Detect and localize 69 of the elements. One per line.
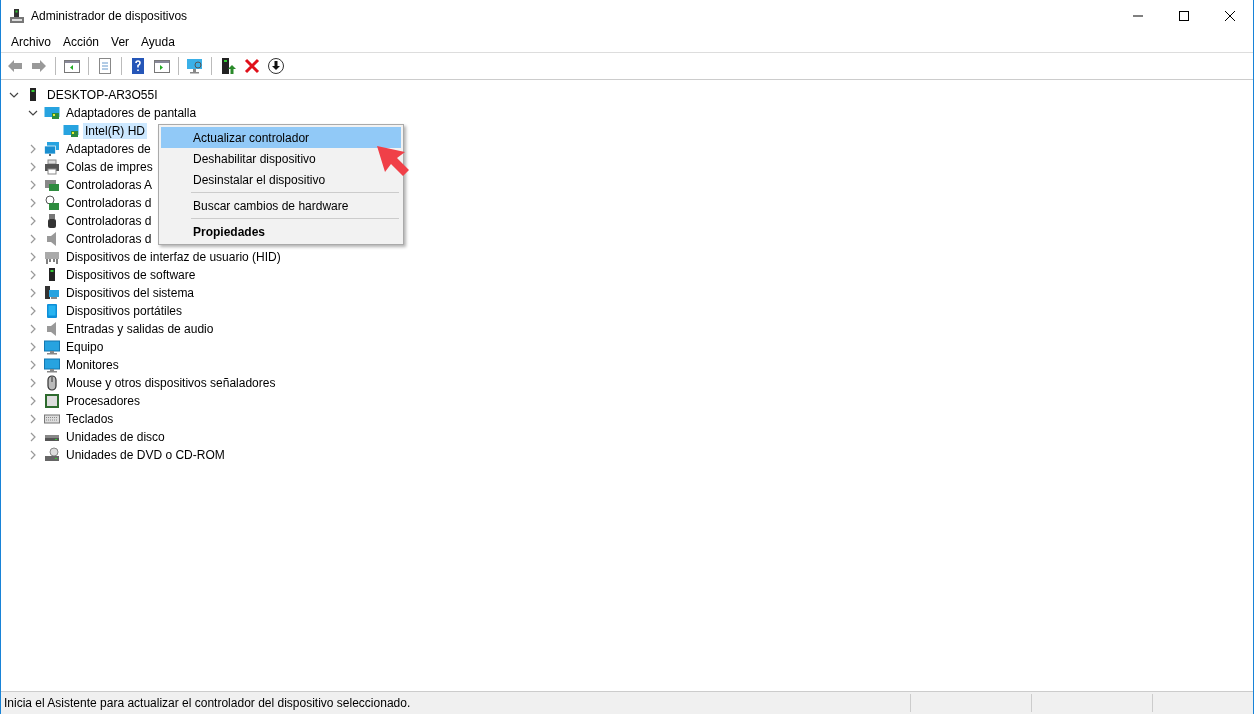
context-menu-item[interactable]: Propiedades: [161, 221, 266, 242]
chip-icon: [44, 393, 60, 409]
app-icon: [9, 8, 25, 24]
display-adapter-icon: [44, 105, 60, 121]
expand-chevron-icon[interactable]: [28, 324, 38, 334]
expand-chevron-icon[interactable]: [28, 396, 38, 406]
tree-item[interactable]: Dispositivos del sistema: [64, 285, 197, 301]
tree-item[interactable]: Monitores: [64, 357, 121, 373]
close-icon: [1225, 11, 1235, 21]
tree-item[interactable]: Adaptadores de: [64, 141, 153, 157]
expand-chevron-icon[interactable]: [28, 234, 38, 244]
card-icon: [44, 195, 60, 211]
tree-item[interactable]: Controladoras A: [64, 177, 155, 193]
menu-item[interactable]: Ver: [105, 35, 136, 49]
status-text: Inicia el Asistente para actualizar el controlador del dispositivo seleccionado.: [3, 696, 412, 710]
window-title: Administrador de dispositivos: [31, 9, 189, 23]
expand-chevron-icon[interactable]: [28, 162, 38, 172]
expand-chevron-icon[interactable]: [28, 180, 38, 190]
expand-chevron-icon[interactable]: [28, 198, 38, 208]
maximize-icon: [1179, 11, 1189, 21]
tree-item[interactable]: Teclados: [64, 411, 116, 427]
expand-chevron-icon[interactable]: [28, 270, 38, 280]
collapse-chevron-icon[interactable]: [9, 90, 19, 100]
expand-chevron-icon[interactable]: [28, 306, 38, 316]
context-menu-item[interactable]: Deshabilitar dispositivo: [161, 148, 316, 169]
expand-chevron-icon[interactable]: [28, 342, 38, 352]
tree-item[interactable]: Intel(R) HD: [83, 123, 147, 139]
tree-item[interactable]: Unidades de disco: [64, 429, 167, 445]
expand-chevron-icon[interactable]: [28, 378, 38, 388]
tree-item[interactable]: Unidades de DVD o CD-ROM: [64, 447, 227, 463]
tree-item[interactable]: Entradas y salidas de audio: [64, 321, 216, 337]
context-menu-item[interactable]: Buscar cambios de hardware: [161, 195, 349, 216]
tree-item[interactable]: Adaptadores de pantalla: [64, 105, 199, 121]
tree-item[interactable]: Mouse y otros dispositivos señaladores: [64, 375, 278, 391]
expand-chevron-icon[interactable]: [28, 432, 38, 442]
collapse-chevron-icon[interactable]: [28, 108, 38, 118]
tree-item[interactable]: Dispositivos de interfaz de usuario (HID): [64, 249, 283, 265]
tree-item[interactable]: Controladoras d: [64, 213, 154, 229]
context-menu-item[interactable]: Desinstalar el dispositivo: [161, 169, 326, 190]
tree-item[interactable]: DESKTOP-AR3O55I: [45, 87, 160, 103]
menu-item[interactable]: Acción: [57, 35, 106, 49]
network-icon: [44, 141, 60, 157]
expand-chevron-icon[interactable]: [28, 216, 38, 226]
system-icon: [44, 285, 60, 301]
expand-chevron-icon[interactable]: [28, 288, 38, 298]
tree-item[interactable]: Procesadores: [64, 393, 143, 409]
card-icon: [44, 177, 60, 193]
dvd-icon: [44, 447, 60, 463]
monitor-icon: [44, 339, 60, 355]
expand-chevron-icon[interactable]: [28, 360, 38, 370]
tree-item[interactable]: Controladoras d: [64, 231, 154, 247]
tree-item[interactable]: Colas de impres: [64, 159, 155, 175]
tree-item[interactable]: Dispositivos portátiles: [64, 303, 185, 319]
expand-chevron-icon[interactable]: [28, 414, 38, 424]
expand-chevron-icon[interactable]: [28, 144, 38, 154]
monitor-icon: [44, 357, 60, 373]
display-adapter-icon: [63, 123, 79, 139]
download-icon[interactable]: [265, 55, 287, 77]
tree-item[interactable]: Controladoras d: [64, 195, 154, 211]
printer-icon: [44, 159, 60, 175]
expand-chevron-icon[interactable]: [28, 252, 38, 262]
phone-icon: [44, 303, 60, 319]
menu-item[interactable]: Archivo: [5, 35, 57, 49]
tree-item[interactable]: Dispositivos de software: [64, 267, 198, 283]
tree-item[interactable]: Equipo: [64, 339, 106, 355]
menu-item[interactable]: Ayuda: [135, 35, 181, 49]
mouse-icon: [44, 375, 60, 391]
context-menu-item[interactable]: Actualizar controlador: [161, 127, 401, 148]
expand-chevron-icon[interactable]: [28, 450, 38, 460]
